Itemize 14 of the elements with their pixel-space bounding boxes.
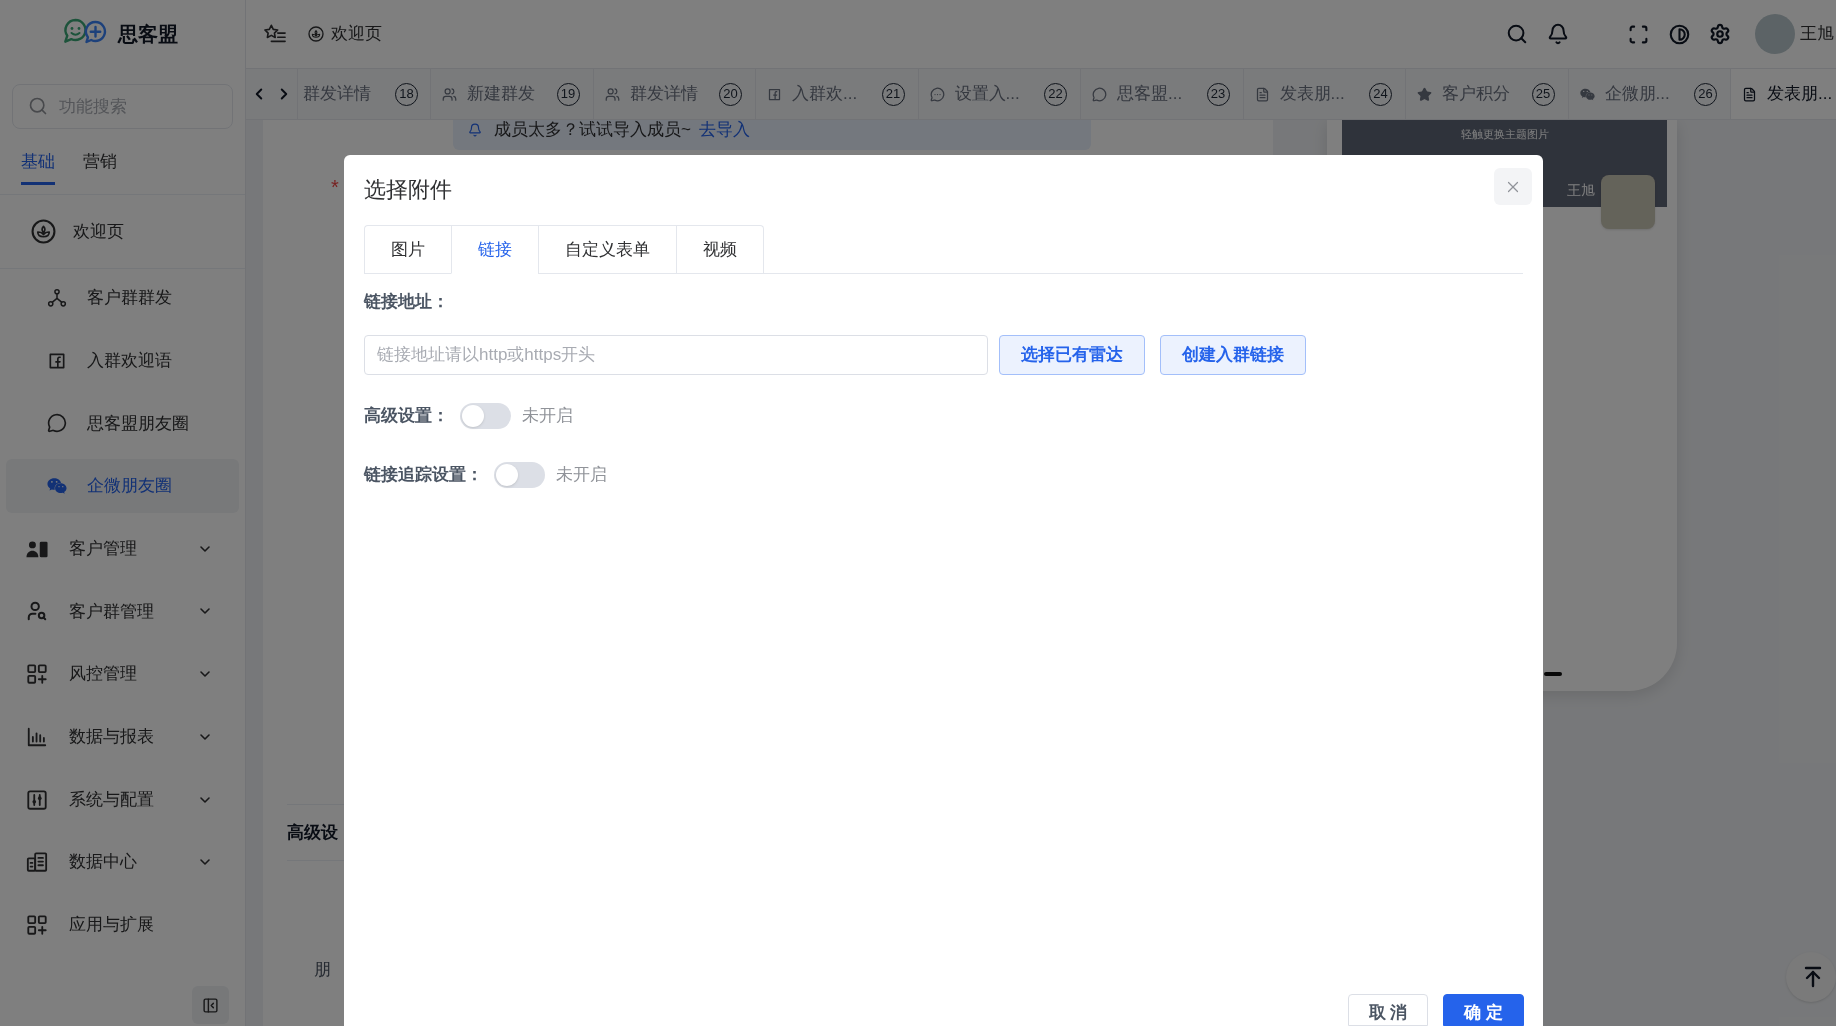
field-label: 朋 (314, 959, 331, 981)
setting-label: 高级设置： (364, 405, 449, 427)
section-title: 高级设 (287, 821, 338, 844)
switch-status: 未开启 (522, 405, 573, 428)
profile-name: 王旭 (1567, 181, 1595, 200)
notice-text: 成员太多？试试导入成员~ (494, 120, 691, 140)
cover-hint: 轻触更换主题图片 (1460, 127, 1549, 142)
setting-label: 链接追踪设置： (364, 464, 483, 486)
switch-status: 未开启 (556, 464, 607, 487)
field-label: 链接地址： (364, 291, 449, 313)
required-mark: * (331, 175, 339, 200)
brand-name: 思客盟 (118, 22, 178, 47)
dialog-title: 选择附件 (364, 177, 452, 203)
user-name: 王旭 (1800, 23, 1834, 46)
